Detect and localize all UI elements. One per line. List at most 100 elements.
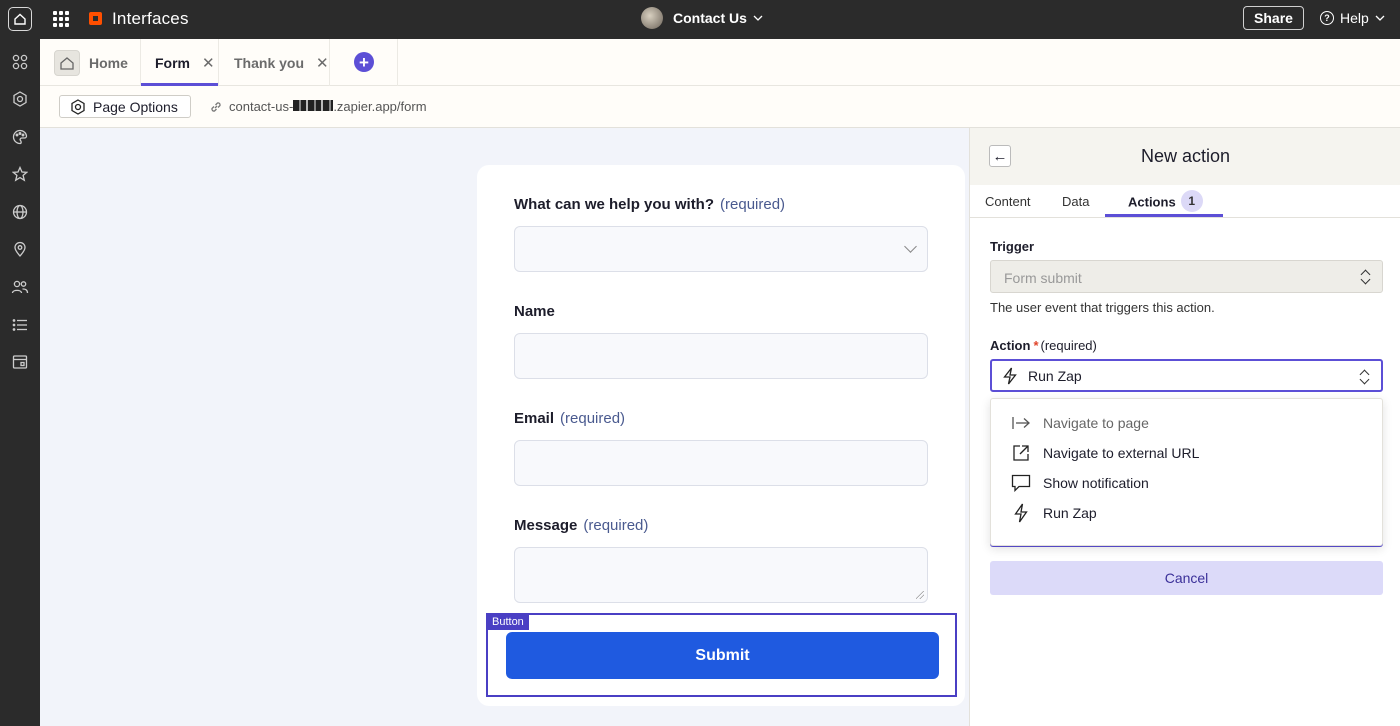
tab-content[interactable]: Content [985, 194, 1031, 209]
home-icon [54, 49, 80, 76]
required-text: (required) [560, 410, 626, 427]
add-page-button[interactable]: + [354, 52, 374, 72]
list-icon[interactable] [10, 315, 30, 335]
field-label-email: Email (required) [514, 410, 625, 427]
menu-item-run-zap[interactable]: Run Zap [1011, 501, 1097, 525]
label-text: What can we help you with? [514, 196, 715, 213]
label-text: Name [514, 303, 555, 320]
menu-item-label: Show notification [1043, 475, 1149, 491]
field-label-name: Name [514, 303, 555, 320]
block-type-tag: Button [487, 614, 529, 630]
menu-item-label: Navigate to page [1043, 415, 1149, 431]
apps-grid-icon[interactable] [53, 11, 69, 27]
panel-tabs: Content Data Actions 1 [970, 185, 1400, 218]
help-label: Help [1340, 10, 1369, 26]
home-icon[interactable] [8, 7, 32, 31]
resize-handle-icon[interactable] [916, 591, 924, 599]
tab-label: Thank you [234, 54, 305, 71]
required-text: (required) [1040, 338, 1097, 353]
arrow-right-bar-icon [1011, 413, 1031, 433]
tab-data[interactable]: Data [1062, 194, 1089, 209]
page-url[interactable]: contact-us- .zapier.app/form [209, 99, 427, 114]
url-suffix: .zapier.app/form [333, 99, 427, 114]
speech-bubble-icon [1011, 473, 1031, 493]
count-badge: 1 [1180, 190, 1203, 212]
required-star: * [1033, 338, 1039, 353]
tab-label: Home [89, 54, 128, 71]
share-button[interactable]: Share [1243, 6, 1304, 30]
field-label-message: Message (required) [514, 517, 648, 534]
page-options-button[interactable]: Page Options [59, 95, 191, 118]
tab-label: Form [155, 54, 190, 71]
up-down-chevron-icon [1360, 270, 1370, 285]
label-text: Message [514, 517, 578, 534]
palette-icon[interactable] [10, 127, 30, 147]
required-text: (required) [583, 517, 649, 534]
top-bar: Interfaces Contact Us Share ? Help [0, 0, 1400, 39]
up-down-chevron-icon [1359, 370, 1369, 385]
left-rail [0, 39, 40, 726]
label-text: Email [514, 410, 555, 427]
page-switcher[interactable]: Contact Us [641, 7, 763, 29]
tab-label: Actions [1128, 194, 1176, 210]
components-icon[interactable] [10, 52, 30, 72]
chevron-down-icon [904, 240, 917, 253]
page-tab-bar: Home Form ✕ Thank you ✕ + [40, 39, 1400, 86]
selected-button-block[interactable]: Button Submit [486, 613, 957, 697]
page-options-bar: Page Options contact-us- .zapier.app/form [40, 86, 1400, 128]
field-label-topic: What can we help you with? (required) [514, 196, 785, 213]
settings-gear-icon[interactable] [10, 89, 30, 109]
menu-item-show-notification[interactable]: Show notification [1011, 471, 1149, 495]
action-select[interactable]: Run Zap [990, 359, 1383, 392]
lightning-icon [1011, 503, 1031, 523]
page-options-label: Page Options [93, 98, 178, 115]
trigger-label: Trigger [990, 239, 1035, 254]
trigger-select[interactable]: Form submit [990, 260, 1383, 293]
globe-icon[interactable] [10, 202, 30, 222]
email-input[interactable] [514, 440, 928, 486]
menu-item-navigate-to-page[interactable]: Navigate to page [1011, 411, 1149, 435]
menu-item-label: Navigate to external URL [1043, 445, 1200, 461]
location-pin-icon[interactable] [10, 239, 30, 259]
tab-actions[interactable]: Actions 1 [1128, 190, 1203, 212]
settings-gear-icon [71, 98, 85, 115]
page-name: Contact Us [673, 10, 747, 26]
action-value: Run Zap [1028, 367, 1082, 384]
action-panel: ← New action Content Data Actions 1 Trigg… [969, 128, 1400, 726]
form-card: What can we help you with? (required) Nam… [477, 165, 965, 706]
tab-home[interactable]: Home [40, 39, 141, 86]
help-icon: ? [1320, 11, 1334, 25]
chevron-down-icon [753, 15, 763, 21]
page-canvas: What can we help you with? (required) Nam… [40, 128, 969, 726]
external-link-icon [1011, 443, 1031, 463]
message-textarea[interactable] [514, 547, 928, 603]
tab-form[interactable]: Form ✕ [141, 39, 219, 86]
users-icon[interactable] [10, 277, 30, 297]
close-tab-icon[interactable]: ✕ [202, 54, 215, 72]
browser-window-icon[interactable] [10, 352, 30, 372]
url-prefix: contact-us- [229, 99, 294, 114]
label-text: Action [990, 338, 1031, 353]
app-title: Interfaces [112, 9, 189, 28]
trigger-help-text: The user event that triggers this action… [990, 300, 1215, 315]
close-tab-icon[interactable]: ✕ [316, 54, 329, 72]
action-dropdown-menu: Navigate to page Navigate to external UR… [990, 398, 1383, 546]
name-input[interactable] [514, 333, 928, 379]
tab-thank-you[interactable]: Thank you ✕ [219, 39, 330, 86]
action-label: Action * (required) [990, 338, 1097, 353]
lightning-icon [1003, 367, 1017, 384]
help-button[interactable]: ? Help [1320, 10, 1385, 26]
required-text: (required) [720, 196, 786, 213]
cancel-button[interactable]: Cancel [990, 561, 1383, 595]
submit-button[interactable]: Submit [506, 632, 939, 679]
menu-item-external-url[interactable]: Navigate to external URL [1011, 441, 1199, 465]
topic-dropdown[interactable] [514, 226, 928, 272]
menu-item-label: Run Zap [1043, 505, 1097, 521]
link-icon [211, 101, 221, 112]
avatar [641, 7, 663, 29]
panel-title: New action [1140, 146, 1231, 166]
star-icon[interactable] [10, 164, 30, 184]
active-tab-indicator [1105, 214, 1223, 217]
panel-header: ← New action [970, 128, 1400, 185]
redacted-subdomain [293, 100, 334, 111]
